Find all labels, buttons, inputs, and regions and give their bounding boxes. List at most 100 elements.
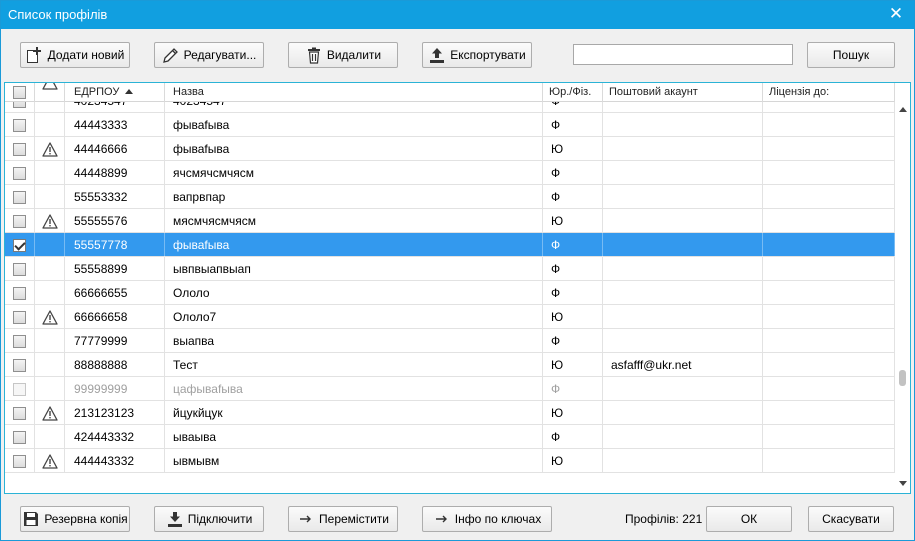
row-select-cell[interactable]	[5, 209, 35, 233]
move-button[interactable]: Перемістити	[288, 506, 398, 532]
row-select-cell[interactable]	[5, 185, 35, 209]
row-code: 55558899	[65, 257, 165, 281]
connect-label: Підключити	[187, 512, 253, 526]
row-select-cell[interactable]	[5, 401, 35, 425]
row-select-cell[interactable]	[5, 161, 35, 185]
close-icon[interactable]: ✕	[888, 5, 904, 23]
header-mail[interactable]: Поштовий акаунт	[603, 83, 763, 102]
row-checkbox[interactable]	[13, 263, 26, 276]
table-row[interactable]: 55557778 фываfыва Ф	[5, 233, 895, 257]
row-name: ываыва	[165, 425, 543, 449]
table-row[interactable]: 213123123 йцукйцук Ю	[5, 401, 895, 425]
keys-info-button[interactable]: Інфо по ключах	[422, 506, 552, 532]
row-checkbox[interactable]	[13, 383, 26, 396]
row-select-cell[interactable]	[5, 425, 35, 449]
move-label: Перемістити	[319, 512, 389, 526]
vertical-scrollbar[interactable]	[895, 83, 910, 493]
header-name[interactable]: Назва	[165, 83, 543, 102]
row-select-cell[interactable]	[5, 329, 35, 353]
row-select-cell[interactable]	[5, 113, 35, 137]
row-name: Тест	[165, 353, 543, 377]
delete-label: Видалити	[326, 48, 382, 62]
row-checkbox[interactable]	[13, 119, 26, 132]
header-warning[interactable]	[35, 83, 65, 102]
row-warning-cell	[35, 209, 65, 233]
row-select-cell[interactable]	[5, 257, 35, 281]
row-mail	[603, 425, 763, 449]
export-label: Експортувати	[450, 48, 526, 62]
table-row[interactable]: 55553332 вапрвпар Ф	[5, 185, 895, 209]
row-checkbox[interactable]	[13, 239, 26, 252]
table-row[interactable]: 44448899 ячсмячсмчясм Ф	[5, 161, 895, 185]
table-row[interactable]: 444443332 ывмывм Ю	[5, 449, 895, 473]
ok-button[interactable]: ОК	[706, 506, 792, 532]
arrow-right-icon	[433, 510, 451, 528]
row-select-cell[interactable]	[5, 137, 35, 161]
table-row[interactable]: 44446666 фываfыва Ю	[5, 137, 895, 161]
table-body: 4023454740234547Ф44443333фываfываФ444466…	[5, 89, 895, 473]
header-type[interactable]: Юр./Фіз.	[543, 83, 603, 102]
table-row[interactable]: 77779999 выапва Ф	[5, 329, 895, 353]
header-code[interactable]: ЕДРПОУ	[65, 83, 165, 102]
row-checkbox[interactable]	[13, 335, 26, 348]
connect-button[interactable]: Підключити	[154, 506, 264, 532]
cancel-button[interactable]: Скасувати	[808, 506, 894, 532]
scroll-down-icon[interactable]	[899, 481, 907, 486]
backup-button[interactable]: Резервна копія	[20, 506, 130, 532]
export-button[interactable]: Експортувати	[422, 42, 532, 68]
row-warning-cell	[35, 161, 65, 185]
row-checkbox[interactable]	[13, 359, 26, 372]
row-warning-cell	[35, 425, 65, 449]
table-row[interactable]: 99999999 цафываfыва Ф	[5, 377, 895, 401]
edit-button[interactable]: Редагувати...	[154, 42, 264, 68]
table-row[interactable]: 55555576 мясмчясмчясм Ю	[5, 209, 895, 233]
row-type: Ю	[543, 449, 603, 473]
row-checkbox[interactable]	[13, 455, 26, 468]
search-button[interactable]: Пошук	[807, 42, 895, 68]
row-code: 44446666	[65, 137, 165, 161]
row-code: 55555576	[65, 209, 165, 233]
row-select-cell[interactable]	[5, 377, 35, 401]
title-bar[interactable]: Список профілів ✕	[1, 1, 914, 29]
row-license	[763, 209, 895, 233]
table-row[interactable]: 66666655 Ололо Ф	[5, 281, 895, 305]
row-select-cell[interactable]	[5, 233, 35, 257]
row-checkbox[interactable]	[13, 287, 26, 300]
table-row[interactable]: 44443333 фываfыва Ф	[5, 113, 895, 137]
row-license	[763, 161, 895, 185]
table-row[interactable]: 66666658 Ололо7 Ю	[5, 305, 895, 329]
table-row[interactable]: 55558899 ывпвыапвыап Ф	[5, 257, 895, 281]
row-checkbox[interactable]	[13, 191, 26, 204]
row-checkbox[interactable]	[13, 167, 26, 180]
row-type: Ф	[543, 161, 603, 185]
row-license	[763, 353, 895, 377]
row-select-cell[interactable]	[5, 449, 35, 473]
row-mail	[603, 329, 763, 353]
row-checkbox[interactable]	[13, 407, 26, 420]
table-row[interactable]: 424443332 ываыва Ф	[5, 425, 895, 449]
header-select[interactable]	[5, 83, 35, 102]
row-checkbox[interactable]	[13, 431, 26, 444]
ok-label: ОК	[740, 512, 758, 526]
add-new-button[interactable]: Додати новий	[20, 42, 130, 68]
row-code: 44448899	[65, 161, 165, 185]
table-row[interactable]: 88888888 Тест Юasfafff@ukr.net	[5, 353, 895, 377]
row-checkbox[interactable]	[13, 215, 26, 228]
row-code: 66666658	[65, 305, 165, 329]
search-input[interactable]	[573, 44, 793, 65]
header-license[interactable]: Ліцензія до:	[763, 83, 895, 102]
row-select-cell[interactable]	[5, 281, 35, 305]
row-select-cell[interactable]	[5, 305, 35, 329]
row-checkbox[interactable]	[13, 143, 26, 156]
row-checkbox[interactable]	[13, 311, 26, 324]
delete-button[interactable]: Видалити	[288, 42, 398, 68]
row-type: Ю	[543, 401, 603, 425]
scroll-thumb[interactable]	[899, 370, 906, 386]
select-all-checkbox[interactable]	[13, 86, 26, 99]
scroll-up-icon[interactable]	[899, 107, 907, 112]
row-select-cell[interactable]	[5, 353, 35, 377]
row-name: Ололо7	[165, 305, 543, 329]
row-type: Ю	[543, 305, 603, 329]
add-profile-icon	[26, 46, 44, 64]
profiles-count: Профілів: 221	[625, 512, 703, 526]
